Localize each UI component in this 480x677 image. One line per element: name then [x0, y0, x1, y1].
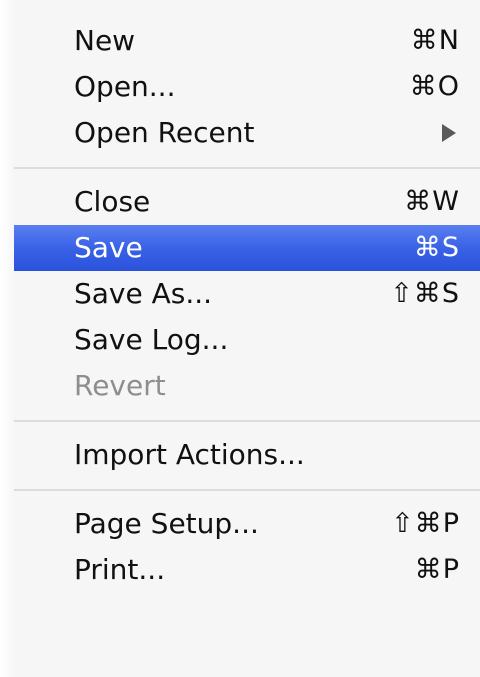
- menu-item-open[interactable]: Open... ⌘O: [0, 64, 480, 110]
- menu-item-label: Save: [74, 231, 143, 264]
- menu-item-new[interactable]: New ⌘N: [0, 18, 480, 64]
- menu-item-page-setup[interactable]: Page Setup... ⇧⌘P: [0, 501, 480, 547]
- menu-separator: [0, 409, 480, 432]
- menu-item-save[interactable]: Save ⌘S: [14, 225, 480, 271]
- menu-item-label: Close: [74, 185, 151, 218]
- menu-item-shortcut: ⇧⌘P: [391, 508, 460, 539]
- menu-item-shortcut: ⌘S: [413, 232, 460, 263]
- menu-item-label: Save As...: [74, 277, 213, 310]
- menu-item-close[interactable]: Close ⌘W: [0, 179, 480, 225]
- menu-item-shortcut: ⌘P: [414, 554, 460, 585]
- file-menu: New ⌘N Open... ⌘O Open Recent Close ⌘W S…: [0, 0, 480, 677]
- menu-item-save-as[interactable]: Save As... ⇧⌘S: [0, 271, 480, 317]
- menu-item-shortcut: ⇧⌘S: [390, 278, 460, 309]
- menu-item-label: New: [74, 24, 136, 57]
- menu-item-label: Page Setup...: [74, 507, 259, 540]
- submenu-arrow-icon: [442, 124, 456, 142]
- menu-item-label: Revert: [74, 369, 166, 402]
- menu-item-revert: Revert: [0, 363, 480, 409]
- menu-item-label: Save Log...: [74, 323, 229, 356]
- menu-item-label: Import Actions...: [74, 438, 305, 471]
- menu-item-shortcut: ⌘N: [410, 25, 460, 56]
- menu-item-import-actions[interactable]: Import Actions...: [0, 432, 480, 478]
- menu-separator: [0, 478, 480, 501]
- menu-item-label: Open...: [74, 70, 176, 103]
- menu-item-label: Print...: [74, 553, 166, 586]
- menu-item-save-log[interactable]: Save Log...: [0, 317, 480, 363]
- menu-item-print[interactable]: Print... ⌘P: [0, 547, 480, 593]
- menu-separator: [0, 156, 480, 179]
- menu-item-shortcut: ⌘W: [404, 186, 460, 217]
- menu-item-open-recent[interactable]: Open Recent: [0, 110, 480, 156]
- menu-item-label: Open Recent: [74, 116, 255, 149]
- menu-item-shortcut: ⌘O: [409, 71, 460, 102]
